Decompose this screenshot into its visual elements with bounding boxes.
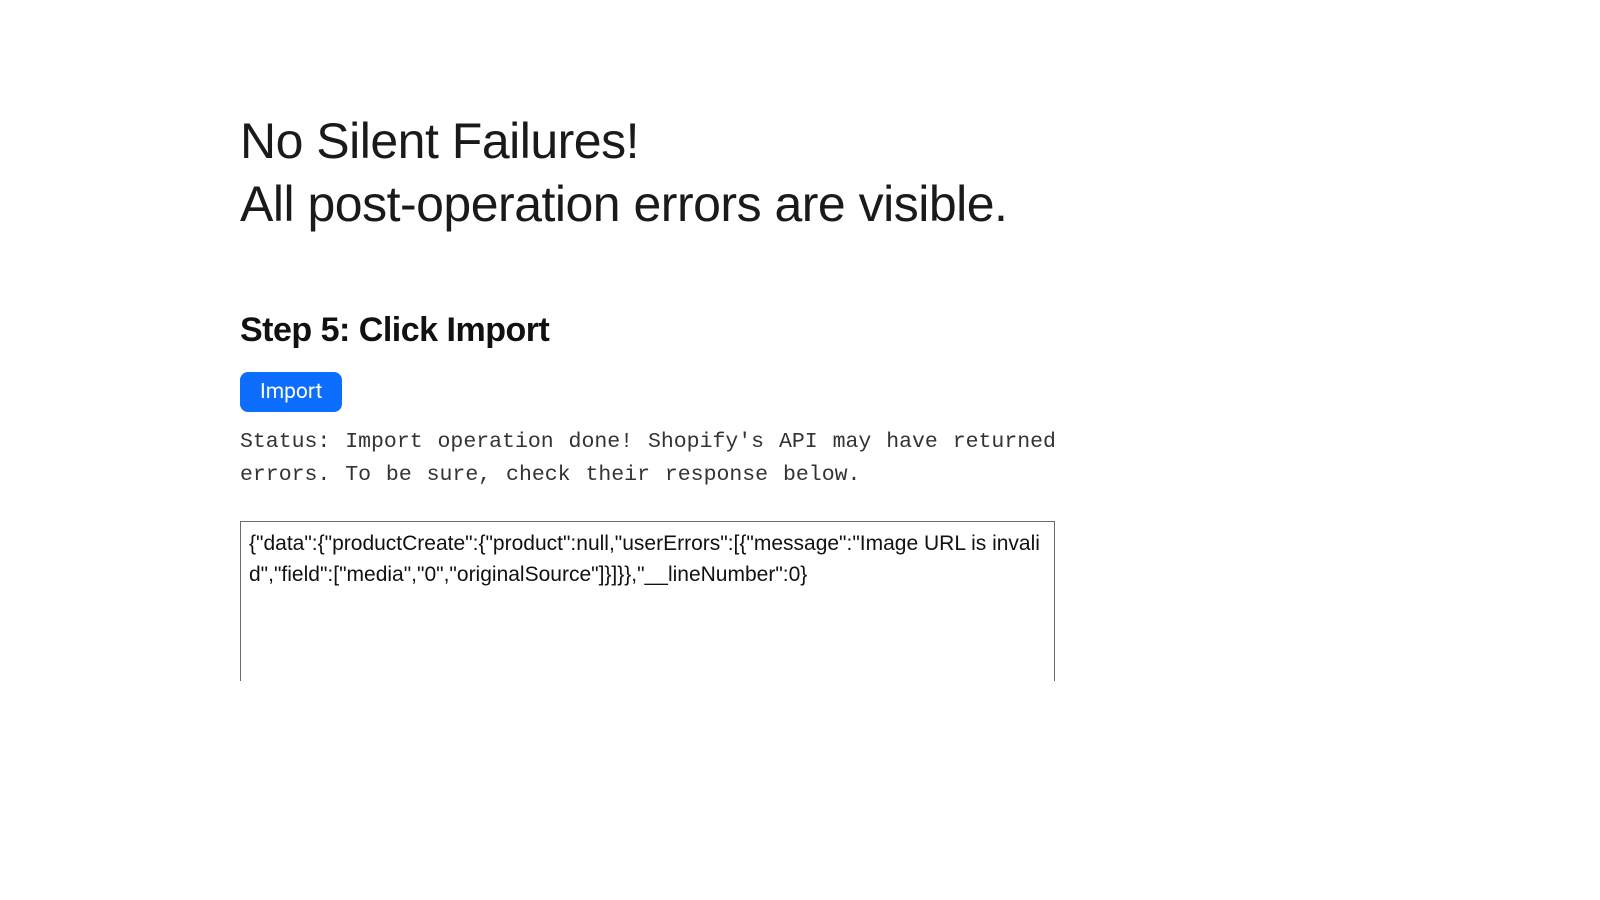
headline: No Silent Failures! All post-operation e… <box>240 110 1340 235</box>
import-button[interactable]: Import <box>240 372 342 412</box>
step-heading: Step 5: Click Import <box>240 311 1340 350</box>
previous-section-cropped <box>240 295 1340 309</box>
status-text: Status: Import operation done! Shopify's… <box>240 426 1060 493</box>
headline-line-1: No Silent Failures! <box>240 110 1340 173</box>
headline-line-2: All post-operation errors are visible. <box>240 173 1340 236</box>
slide-content: No Silent Failures! All post-operation e… <box>240 110 1340 681</box>
api-response-output: {"data":{"productCreate":{"product":null… <box>240 521 1055 681</box>
